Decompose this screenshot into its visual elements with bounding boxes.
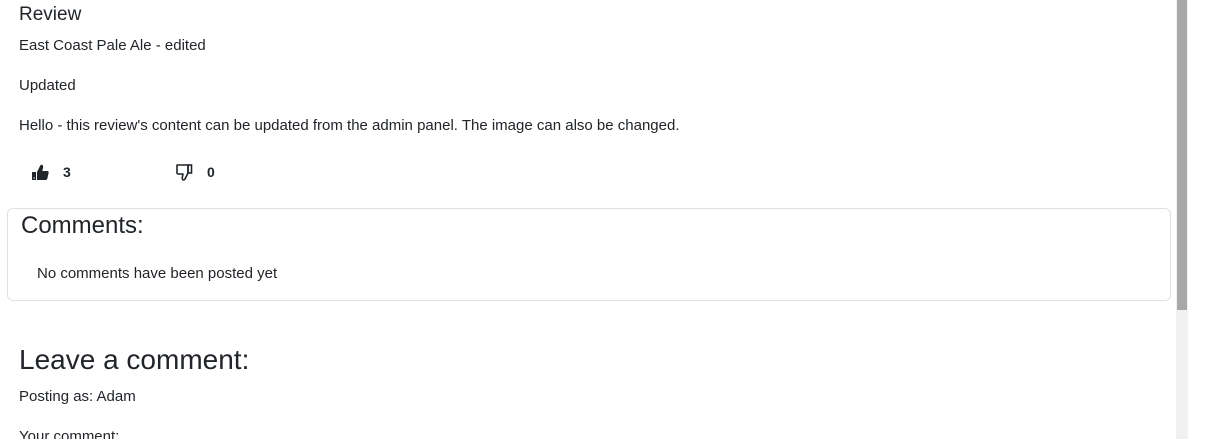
review-body: Hello - this review's content can be upd… — [19, 117, 680, 134]
dislike-button[interactable]: 0 — [174, 162, 215, 182]
comments-card: Comments: No comments have been posted y… — [7, 208, 1171, 301]
review-title: Review — [19, 4, 82, 25]
dislike-count: 0 — [207, 164, 215, 180]
no-comments-message: No comments have been posted yet — [37, 265, 278, 282]
vertical-scrollbar[interactable] — [1176, 0, 1188, 439]
posting-as-label: Posting as: Adam — [19, 388, 136, 405]
review-subtitle: East Coast Pale Ale - edited — [19, 37, 206, 54]
review-heading: Updated — [19, 77, 76, 94]
leave-comment-title: Leave a comment: — [19, 344, 250, 375]
page: Review East Coast Pale Ale - edited Upda… — [0, 0, 1208, 439]
thumbs-up-icon — [30, 162, 50, 182]
like-count: 3 — [63, 164, 71, 180]
thumbs-down-icon — [174, 162, 194, 182]
scrollbar-thumb[interactable] — [1177, 0, 1187, 310]
comment-field-label: Your comment: — [19, 428, 120, 439]
like-button[interactable]: 3 — [30, 162, 71, 182]
main-content: Review East Coast Pale Ale - edited Upda… — [0, 0, 1176, 439]
comments-title: Comments: — [21, 212, 144, 239]
